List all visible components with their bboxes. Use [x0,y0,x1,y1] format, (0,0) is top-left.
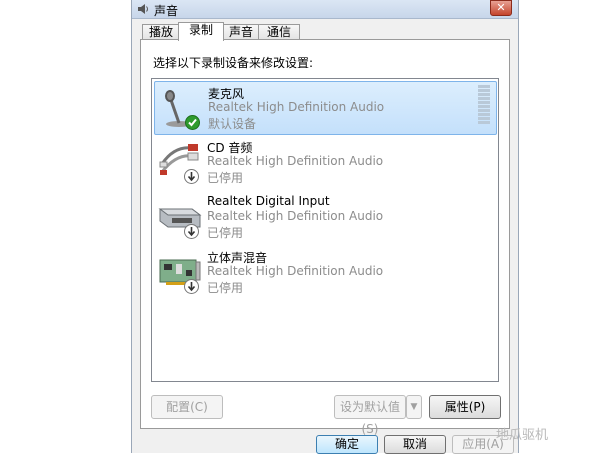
device-driver: Realtek High Definition Audio [207,154,384,168]
device-driver: Realtek High Definition Audio [207,264,384,278]
device-status: 默认设备 [208,117,257,131]
configure-button[interactable]: 配置(C) [151,395,223,419]
device-name: Realtek Digital Input [207,194,330,208]
tab-communications[interactable]: 通信 [258,24,300,40]
cancel-button[interactable]: 取消 [384,435,446,454]
list-item[interactable]: CD 音频 Realtek High Definition Audio 已停用 [154,136,495,188]
level-meter [478,85,490,129]
device-status: 已停用 [207,281,244,295]
recording-panel: 选择以下录制设备来修改设置: 麦克风 Realtek High Definiti… [140,39,510,436]
device-driver: Realtek High Definition Audio [208,100,385,114]
properties-button[interactable]: 属性(P) [429,395,501,419]
list-item[interactable]: Realtek Digital Input Realtek High Defin… [154,191,495,243]
device-list[interactable]: 麦克风 Realtek High Definition Audio 默认设备 C… [151,78,499,382]
close-button[interactable]: ✕ [490,0,512,16]
tab-playback[interactable]: 播放 [142,24,180,40]
sound-dialog: 声音 ✕ 播放 录制 声音 通信 选择以下录制设备来修改设置: 麦克风 Real… [131,0,519,454]
speaker-icon [138,4,148,14]
disabled-badge-icon [184,169,199,184]
title-bar: 声音 ✕ [132,0,518,19]
list-item[interactable]: 麦克风 Realtek High Definition Audio 默认设备 [154,81,497,135]
watermark-text: 地瓜驱机 [496,428,549,443]
check-badge-icon [185,115,200,130]
set-default-dropdown-arrow[interactable]: ▼ [406,395,422,419]
device-status: 已停用 [207,226,244,240]
window-title: 声音 [154,4,179,18]
instruction-label: 选择以下录制设备来修改设置: [153,56,314,70]
device-driver: Realtek High Definition Audio [207,209,384,223]
tab-recording[interactable]: 录制 [178,22,224,41]
disabled-badge-icon [184,279,199,294]
device-status: 已停用 [207,171,244,185]
list-item[interactable]: 立体声混音 Realtek High Definition Audio 已停用 [154,246,495,298]
ok-button[interactable]: 确定 [316,435,378,454]
tab-sounds[interactable]: 声音 [222,24,260,40]
set-default-button[interactable]: 设为默认值(S) [334,395,406,436]
disabled-badge-icon [184,224,199,239]
